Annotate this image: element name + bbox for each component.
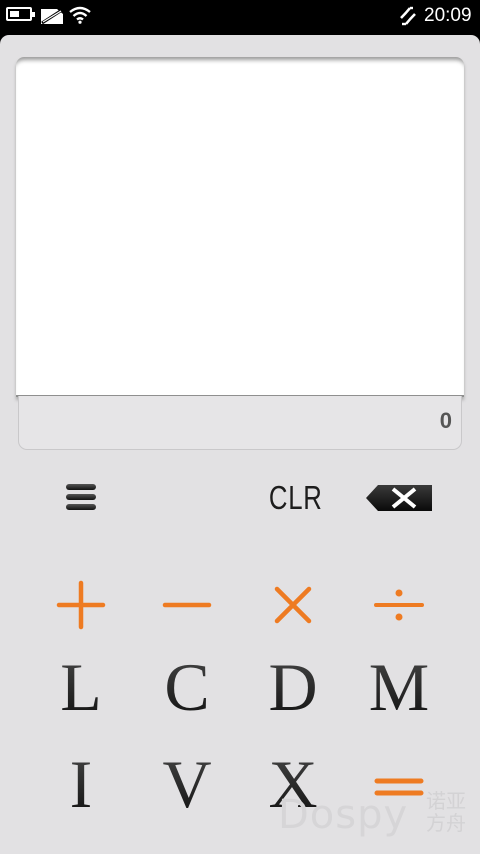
data-transfer-icon: [400, 6, 416, 26]
multiply-button[interactable]: [258, 570, 328, 640]
calculator-app: 0 CLR L C D M I V X Dospy 诺亚方舟: [0, 35, 480, 854]
plus-icon: [56, 580, 106, 630]
status-clock: 20:09: [424, 5, 472, 26]
no-sim-icon: [41, 8, 63, 25]
minus-button[interactable]: [152, 570, 222, 640]
battery-icon: [6, 7, 35, 21]
clear-button[interactable]: CLR: [262, 477, 324, 517]
expression-display: [16, 57, 464, 397]
backspace-button[interactable]: [364, 483, 434, 513]
watermark-text: Dospy: [278, 792, 409, 838]
result-value: 0: [439, 408, 452, 433]
key-I[interactable]: I: [36, 744, 126, 824]
key-L[interactable]: L: [36, 647, 126, 727]
clear-label: CLR: [268, 479, 323, 516]
divide-icon: [374, 589, 424, 621]
key-C[interactable]: C: [142, 647, 232, 727]
watermark-text-cn: 诺亚方舟: [426, 789, 466, 835]
hamburger-menu-icon: [66, 484, 96, 510]
wifi-icon: [69, 6, 91, 24]
menu-button[interactable]: [60, 480, 102, 516]
key-D[interactable]: D: [248, 647, 338, 727]
status-bar: 20:09: [0, 0, 480, 34]
key-M[interactable]: M: [354, 647, 444, 727]
backspace-icon: [366, 485, 432, 511]
result-bar: 0: [18, 396, 462, 450]
divide-button[interactable]: [364, 570, 434, 640]
plus-button[interactable]: [46, 570, 116, 640]
minus-icon: [162, 602, 212, 608]
key-V[interactable]: V: [142, 744, 232, 824]
multiply-icon: [274, 586, 312, 624]
